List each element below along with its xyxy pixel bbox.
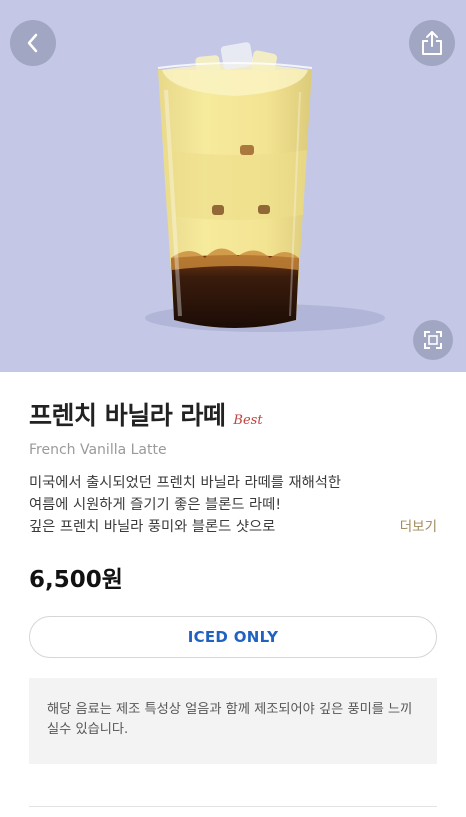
chevron-left-icon xyxy=(27,33,38,53)
description-line: 깊은 프렌치 바닐라 풍미와 블론드 샷으로 xyxy=(29,519,276,535)
product-image-area xyxy=(0,0,466,372)
more-link[interactable]: 더보기 xyxy=(400,516,437,538)
notice-box: 해당 음료는 제조 특성상 얼음과 함께 제조되어야 깊은 풍미를 느끼실수 있… xyxy=(29,678,437,764)
divider xyxy=(29,806,437,807)
expand-image-button[interactable] xyxy=(413,320,453,360)
drink-image xyxy=(145,42,385,332)
iced-only-option[interactable]: ICED ONLY xyxy=(29,616,437,658)
product-info: 프렌치 바닐라 라떼 Best French Vanilla Latte 미국에… xyxy=(0,396,466,764)
share-button[interactable] xyxy=(409,20,455,66)
description-line: 미국에서 출시되었던 프렌치 바닐라 라떼를 재해석한 xyxy=(29,475,342,491)
back-button[interactable] xyxy=(10,20,56,66)
product-english-name: French Vanilla Latte xyxy=(29,442,167,458)
description-line: 여름에 시원하게 즐기기 좋은 블론드 라떼! xyxy=(29,497,282,513)
product-price: 6,500원 xyxy=(29,567,123,593)
product-name: 프렌치 바닐라 라떼 xyxy=(29,401,226,430)
best-badge: Best xyxy=(233,413,263,428)
expand-icon xyxy=(424,331,442,349)
title-row: 프렌치 바닐라 라떼 Best xyxy=(29,396,437,432)
product-description: 미국에서 출시되었던 프렌치 바닐라 라떼를 재해석한 여름에 시원하게 즐기기… xyxy=(29,472,437,538)
share-icon xyxy=(422,31,442,55)
